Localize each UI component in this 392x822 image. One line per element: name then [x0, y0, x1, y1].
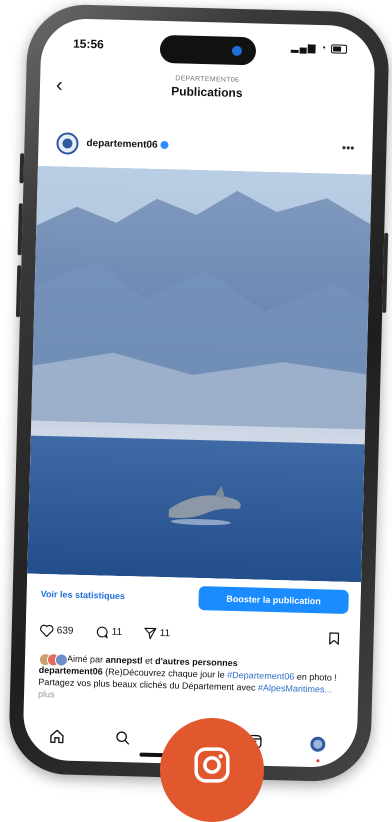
likes-count: 639 — [56, 625, 74, 637]
liked-by-user[interactable]: annepstl — [105, 655, 142, 666]
search-icon[interactable] — [115, 730, 132, 751]
boost-post-button[interactable]: Booster la publication — [198, 586, 349, 614]
post-username[interactable]: departement06 — [86, 138, 169, 151]
phone-screen: 15:56 ▂▄▆ ◔ ‹ DEPARTEMENT06 Publications… — [22, 17, 376, 769]
phone-volume-up-button — [17, 203, 23, 256]
phone-frame: 15:56 ▂▄▆ ◔ ‹ DEPARTEMENT06 Publications… — [7, 3, 391, 783]
liked-by-mid: et — [144, 655, 153, 666]
phone-side-button — [19, 153, 25, 184]
send-icon[interactable] — [144, 627, 157, 640]
save-action[interactable] — [328, 631, 340, 650]
status-bar: 15:56 ▂▄▆ ◔ — [40, 18, 375, 77]
dolphin-photo — [27, 165, 372, 583]
more-dots-icon[interactable]: ••• — [342, 141, 355, 155]
post-header: departement06 ••• — [38, 128, 373, 171]
verified-badge-icon — [160, 141, 169, 150]
view-insights-link[interactable]: Voir les statistiques — [41, 589, 126, 601]
caption-hashtag-1[interactable]: #Departement06 — [227, 670, 294, 682]
phone-volume-down-button — [15, 265, 22, 318]
post-username-text[interactable]: departement06 — [86, 138, 157, 151]
comment-action[interactable]: 11 — [96, 625, 123, 639]
post-actions: 639 11 11 — [25, 620, 360, 657]
instagram-icon — [194, 747, 230, 783]
notification-dot — [315, 759, 319, 763]
wifi-icon: ◔ — [320, 43, 328, 55]
nav-header: ‹ DEPARTEMENT06 Publications — [40, 68, 375, 113]
status-icons: ▂▄▆ ◔ — [290, 42, 348, 55]
liker-avatars — [38, 653, 69, 667]
bookmark-icon[interactable] — [328, 631, 340, 645]
phone-power-button — [382, 232, 389, 313]
camera-indicator — [231, 45, 243, 57]
battery-icon — [330, 44, 348, 54]
share-action[interactable]: 11 — [144, 627, 171, 641]
post-photo[interactable] — [27, 165, 372, 583]
signal-icon: ▂▄▆ — [290, 42, 317, 54]
home-icon[interactable] — [49, 728, 66, 749]
post-caption: Aimé par annepstl et d'autres personnes … — [38, 652, 345, 708]
liked-by-prefix: Aimé par — [66, 653, 104, 665]
back-chevron-icon[interactable]: ‹ — [56, 74, 63, 97]
caption-hashtag-2[interactable]: #AlpesMaritimes... — [258, 683, 332, 695]
comments-count: 11 — [111, 626, 123, 639]
caption-more-link[interactable]: plus — [38, 689, 55, 699]
insights-bar: Voir les statistiques Booster la publica… — [26, 573, 362, 627]
liked-by-others[interactable]: d'autres personnes — [155, 656, 238, 668]
like-action[interactable]: 639 — [40, 624, 74, 638]
caption-part-1: (Re)Découvrez chaque jour le — [105, 666, 225, 680]
profile-avatar-icon[interactable] — [308, 735, 327, 763]
heart-icon[interactable] — [40, 624, 54, 638]
caption-username[interactable]: departement06 — [39, 665, 103, 677]
status-time: 15:56 — [72, 36, 104, 52]
dynamic-island — [159, 34, 257, 66]
instagram-badge — [160, 718, 264, 822]
comment-icon[interactable] — [96, 625, 109, 639]
caption-text: departement06 (Re)Découvrez chaque jour … — [38, 664, 345, 708]
shares-count: 11 — [159, 628, 171, 640]
account-avatar[interactable] — [56, 132, 79, 155]
